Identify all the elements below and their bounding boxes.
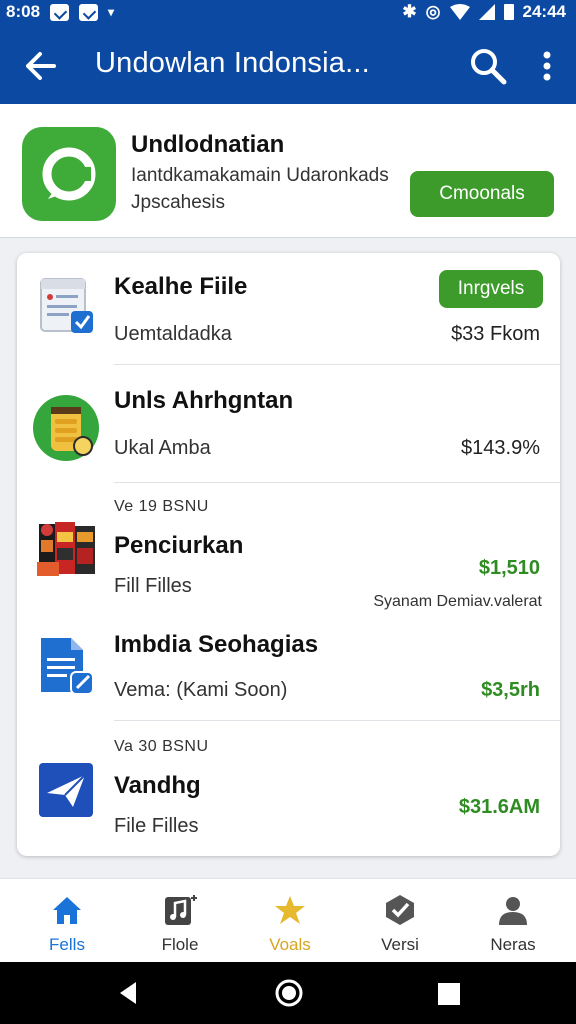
hero-subtitle: Iantdkamakamain Udaronkads: [131, 165, 389, 186]
hero-title: Undlodnatian: [131, 131, 285, 158]
item-title: Penciurkan: [114, 532, 244, 559]
home-circle-icon[interactable]: [274, 978, 304, 1008]
signal-icon: [478, 4, 495, 20]
list-item[interactable]: Ve 19 BSNU Penciurkan Fill Filles $1,510…: [17, 483, 560, 616]
system-navigation-bar: [0, 962, 576, 1024]
item-overline: Va 30 BSNU: [114, 738, 209, 755]
document-edit-icon: [41, 638, 94, 695]
nav-label: Versi: [381, 935, 419, 954]
item-title: Unls Ahrhgntan: [114, 387, 294, 414]
nav-item-voals[interactable]: Voals: [240, 879, 340, 963]
item-subtitle: Fill Filles: [114, 575, 192, 597]
nav-label: Flole: [161, 935, 199, 954]
hero-subtitle-2: Jpscahesis: [131, 192, 225, 213]
item-overline: Ve 19 BSNU: [114, 498, 209, 515]
person-icon: [499, 897, 527, 925]
shield-notification-icon: [79, 3, 99, 21]
check-badge-icon: [386, 895, 414, 925]
search-icon[interactable]: [466, 44, 510, 88]
app-bar: Undowlan Indonsia...: [0, 26, 576, 104]
nav-item-versi[interactable]: Versi: [350, 879, 450, 963]
nav-item-flole[interactable]: Flole: [130, 879, 230, 963]
nav-label: Voals: [269, 935, 311, 954]
nav-label: Fells: [49, 935, 85, 954]
alarm-icon: ◎: [425, 2, 441, 21]
item-price: $143.9%: [461, 437, 540, 459]
more-options-icon[interactable]: [532, 44, 562, 88]
item-price: $3,5rh: [481, 679, 540, 701]
file-list-card: Kealhe Fiile Uemtaldadka Inrgvels $33 Fk…: [17, 253, 560, 856]
item-title: Imbdia Seohagias: [114, 631, 319, 658]
item-subtitle: Uemtaldadka: [114, 323, 232, 345]
status-time-left: 8:08: [6, 2, 41, 21]
list-item[interactable]: Va 30 BSNU Vandhg File Filles $31.6AM: [17, 721, 560, 856]
status-time-right: 24:44: [522, 2, 566, 21]
item-note: Syanam Demiav.valerat: [373, 593, 542, 610]
item-title: Vandhg: [114, 772, 201, 799]
list-item[interactable]: Imbdia Seohagias Vema: (Kami Soon) $3,5r…: [17, 616, 560, 721]
back-arrow-icon[interactable]: [20, 46, 60, 86]
document-check-icon: [40, 278, 93, 333]
hero-action-button[interactable]: Cmoonals: [410, 171, 554, 217]
nav-item-fells[interactable]: Fells: [17, 879, 117, 963]
battery-icon: [503, 4, 514, 20]
item-price: $33 Fkom: [451, 323, 540, 345]
send-plane-icon: [39, 763, 93, 817]
item-subtitle: File Filles: [114, 815, 199, 837]
list-item[interactable]: Kealhe Fiile Uemtaldadka Inrgvels $33 Fk…: [17, 253, 560, 365]
featured-app-header: Undlodnatian Iantdkamakamain Udaronkads …: [0, 104, 576, 238]
star-icon: [275, 896, 305, 924]
nav-item-neras[interactable]: Neras: [463, 879, 563, 963]
wifi-icon: [449, 4, 470, 20]
bottom-navigation: Fells Flole Voals Versi Neras: [0, 878, 576, 962]
item-badge-button[interactable]: Inrgvels: [439, 270, 543, 308]
notification-icon: [50, 3, 70, 21]
groceries-icon: [37, 522, 95, 576]
food-jar-icon: [33, 395, 99, 461]
item-price: $31.6AM: [458, 796, 540, 818]
app-logo-icon: [22, 127, 116, 221]
item-title: Kealhe Fiile: [114, 273, 248, 300]
item-subtitle: Ukal Amba: [114, 437, 211, 459]
music-note-icon: [165, 895, 197, 925]
nav-label: Neras: [490, 935, 536, 954]
list-item[interactable]: Unls Ahrhgntan Ukal Amba $143.9%: [17, 365, 560, 483]
status-bar: 8:08 ▾ ✱ ◎ 24:44: [0, 0, 576, 26]
dropdown-icon: ▾: [108, 5, 115, 19]
home-icon: [53, 897, 81, 924]
item-price: $1,510: [478, 557, 540, 579]
back-triangle-icon[interactable]: [116, 980, 142, 1006]
item-subtitle: Vema: (Kami Soon): [114, 679, 288, 701]
recents-square-icon[interactable]: [437, 982, 461, 1006]
bluetooth-icon: ✱: [402, 2, 417, 21]
page-title: Undowlan Indonsia...: [95, 47, 370, 79]
